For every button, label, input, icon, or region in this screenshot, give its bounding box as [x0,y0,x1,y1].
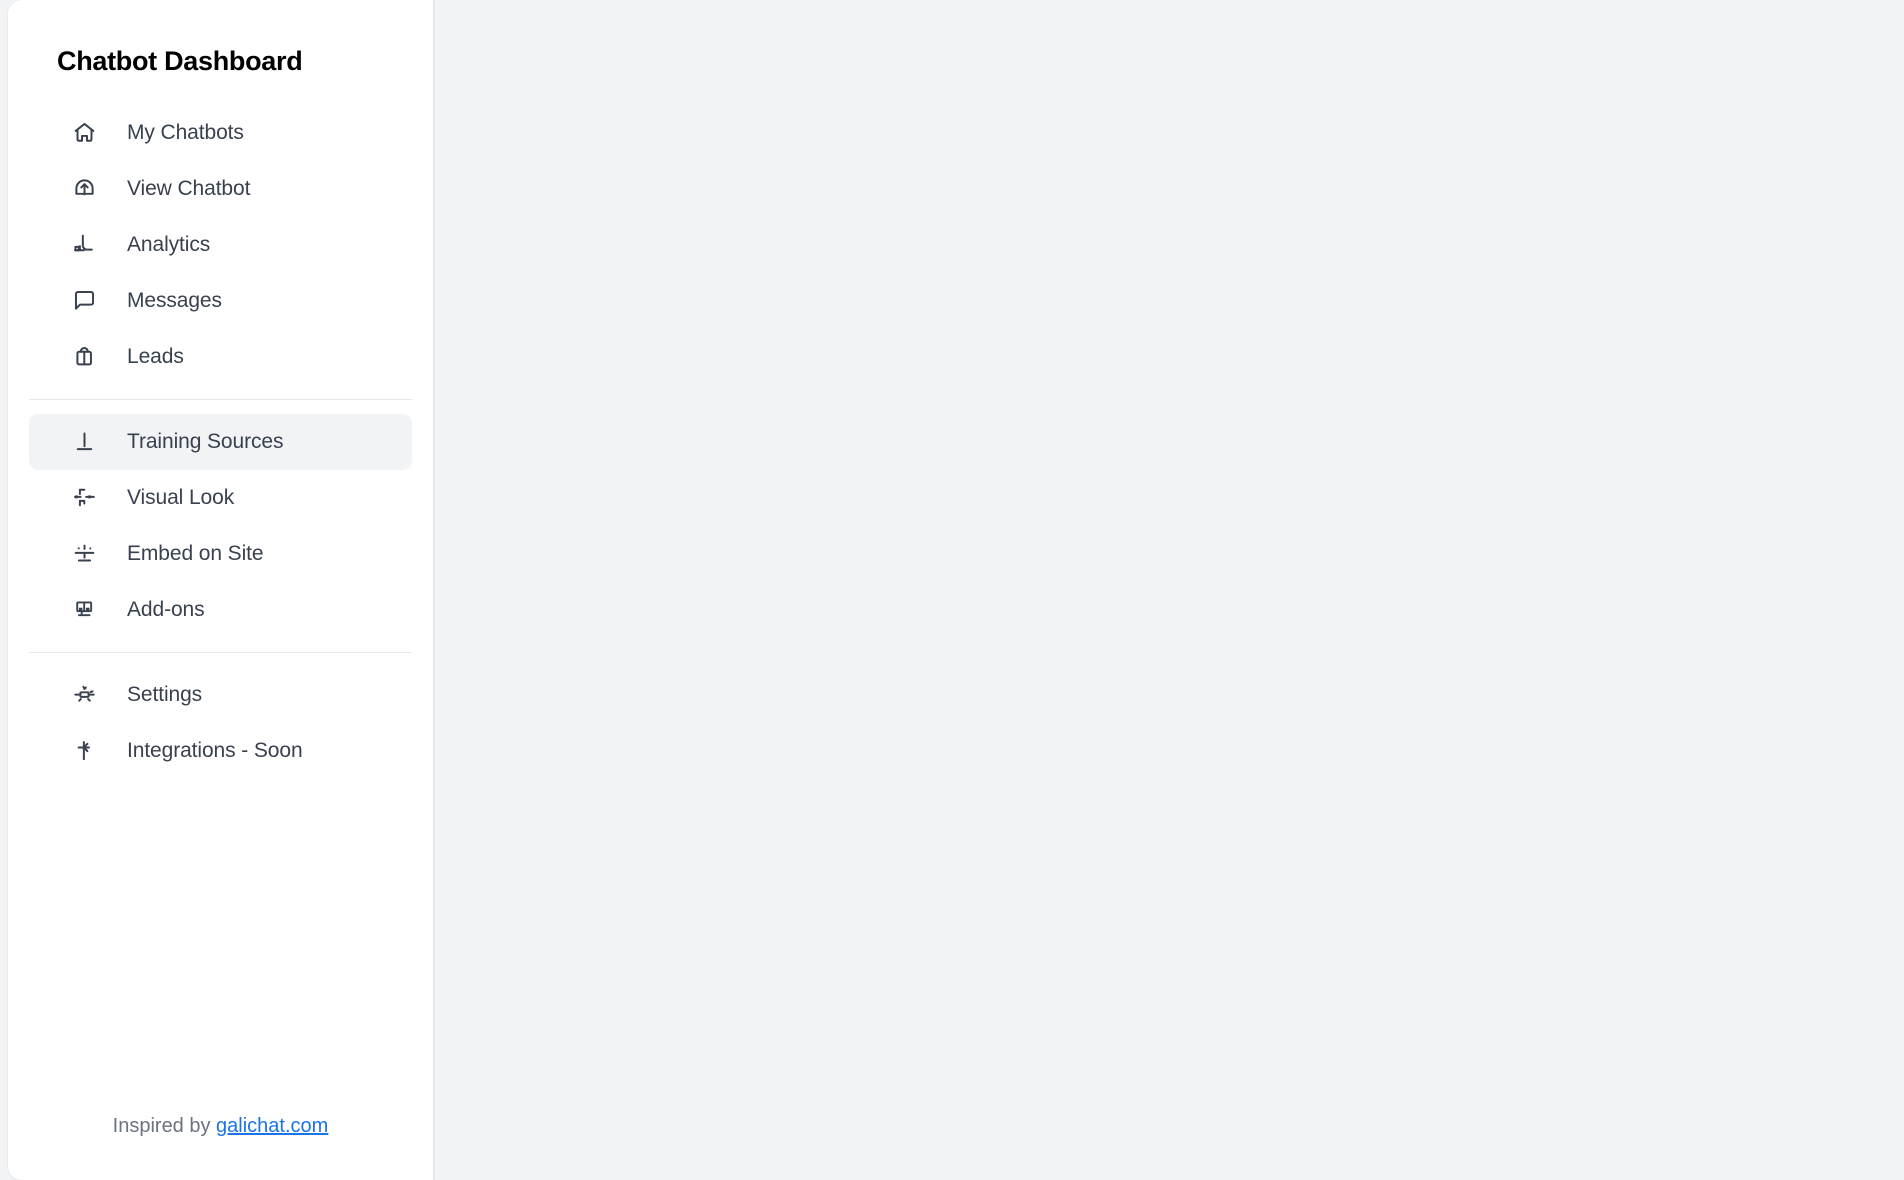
sidebar-item-embed-on-site[interactable]: Embed on Site [29,526,412,582]
sidebar-item-visual-look[interactable]: Visual Look [29,470,412,526]
sidebar-item-label: Analytics [127,233,211,257]
sidebar-item-label: Training Sources [127,430,284,454]
briefcase-icon [71,344,97,370]
page-title: Chatbot Dashboard [57,46,303,76]
nav-group-system: Settings Integrations - Soon [18,667,423,779]
bar-chart-icon [71,232,97,258]
sliders-icon [71,485,97,511]
nav-group-primary: My Chatbots View Chatbot Analytics Messa… [18,105,423,385]
footer-prefix-text: Inspired by [112,1115,217,1137]
layout-grid-icon [71,597,97,623]
sidebar-item-label: Leads [127,345,184,369]
sidebar-item-view-chatbot[interactable]: View Chatbot [29,161,412,217]
sidebar-item-my-chatbots[interactable]: My Chatbots [29,105,412,161]
home-icon [71,120,97,146]
sidebar-item-messages[interactable]: Messages [29,273,412,329]
nav-divider-2 [29,651,412,653]
sidebar-item-integrations[interactable]: Integrations - Soon [29,723,412,779]
file-upload-icon [71,429,97,455]
sidebar-item-add-ons[interactable]: Add-ons [29,582,412,638]
message-bubble-icon [71,288,97,314]
sidebar-item-label: Messages [127,289,222,313]
sidebar-item-training-sources[interactable]: Training Sources [29,413,412,470]
sidebar-footer: Inspired by galichat.com [8,1115,433,1180]
sidebar-item-settings[interactable]: Settings [29,667,412,723]
sidebar-item-label: Integrations - Soon [127,739,303,763]
nav-group-build: Training Sources Visual Look Embed on Si… [18,413,423,638]
sidebar-item-label: View Chatbot [127,177,251,201]
sidebar-item-leads[interactable]: Leads [29,329,412,385]
sidebar-item-label: Add-ons [127,598,205,622]
nav-divider-1 [29,398,412,400]
sidebar: Chatbot Dashboard My Chatbots View Chatb… [8,0,434,1180]
app-root: Chatbot Dashboard My Chatbots View Chatb… [0,0,1904,1180]
sidebar-nav: My Chatbots View Chatbot Analytics Messa… [8,105,433,779]
code-embed-icon [71,541,97,567]
sidebar-item-label: Settings [127,683,203,707]
sidebar-item-label: My Chatbots [127,121,244,145]
gear-icon [71,682,97,708]
plug-icon [71,738,97,764]
sidebar-item-label: Visual Look [127,486,235,510]
main-content-area [434,0,1904,1180]
sidebar-item-label: Embed on Site [127,542,264,566]
footer-link-galichat[interactable]: galichat.com [216,1115,328,1137]
upload-circle-icon [71,176,97,202]
sidebar-item-analytics[interactable]: Analytics [29,217,412,273]
